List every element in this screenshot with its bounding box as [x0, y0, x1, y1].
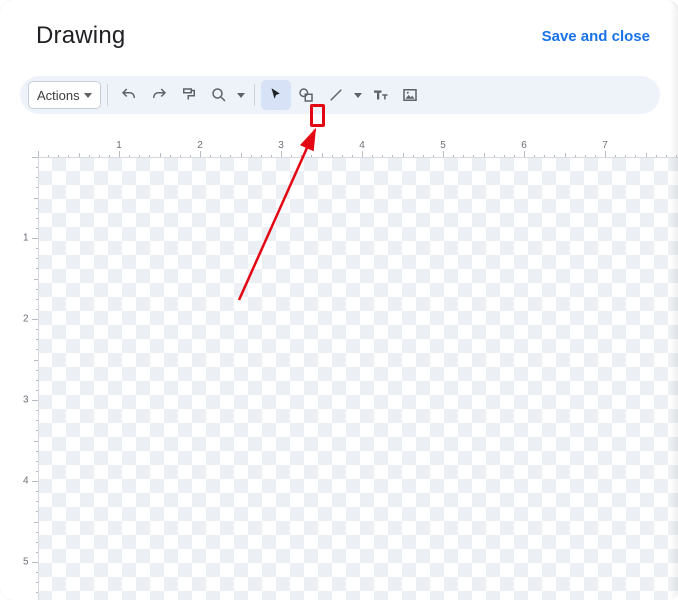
- actions-label: Actions: [37, 88, 80, 103]
- canvas-area: 1234567 12345: [10, 140, 678, 600]
- dialog-header: Drawing Save and close: [0, 0, 678, 58]
- line-combo: [321, 80, 365, 110]
- select-tool-button[interactable]: [261, 80, 291, 110]
- chevron-down-icon: [354, 93, 362, 98]
- chevron-down-icon: [84, 93, 92, 98]
- undo-icon: [120, 86, 138, 104]
- toolbar-separator: [107, 84, 108, 106]
- redo-icon: [150, 86, 168, 104]
- dialog-title: Drawing: [36, 22, 125, 50]
- undo-button[interactable]: [114, 80, 144, 110]
- actions-menu-button[interactable]: Actions: [28, 81, 101, 109]
- chevron-down-icon: [237, 93, 245, 98]
- text-box-icon: [370, 86, 390, 104]
- save-and-close-button[interactable]: Save and close: [542, 28, 650, 45]
- zoom-icon: [210, 86, 228, 104]
- line-tool-button[interactable]: [321, 80, 351, 110]
- shape-icon: [297, 86, 315, 104]
- line-dropdown[interactable]: [351, 80, 365, 110]
- drawing-dialog: Drawing Save and close Actions: [0, 0, 678, 600]
- zoom-combo: [204, 80, 248, 110]
- drawing-toolbar: Actions: [20, 76, 660, 114]
- zoom-dropdown[interactable]: [234, 80, 248, 110]
- scroll-shadow: [670, 0, 678, 600]
- select-icon: [267, 86, 285, 104]
- zoom-button[interactable]: [204, 80, 234, 110]
- vertical-ruler: 12345: [20, 157, 38, 600]
- paint-format-button[interactable]: [174, 80, 204, 110]
- toolbar-separator: [254, 84, 255, 106]
- redo-button[interactable]: [144, 80, 174, 110]
- paint-format-icon: [180, 86, 198, 104]
- annotation-highlight-box: [310, 104, 325, 127]
- text-box-button[interactable]: [365, 80, 395, 110]
- line-icon: [327, 86, 345, 104]
- horizontal-ruler: 1234567: [38, 140, 678, 157]
- insert-image-button[interactable]: [395, 80, 425, 110]
- image-icon: [401, 86, 419, 104]
- drawing-canvas[interactable]: [38, 157, 678, 600]
